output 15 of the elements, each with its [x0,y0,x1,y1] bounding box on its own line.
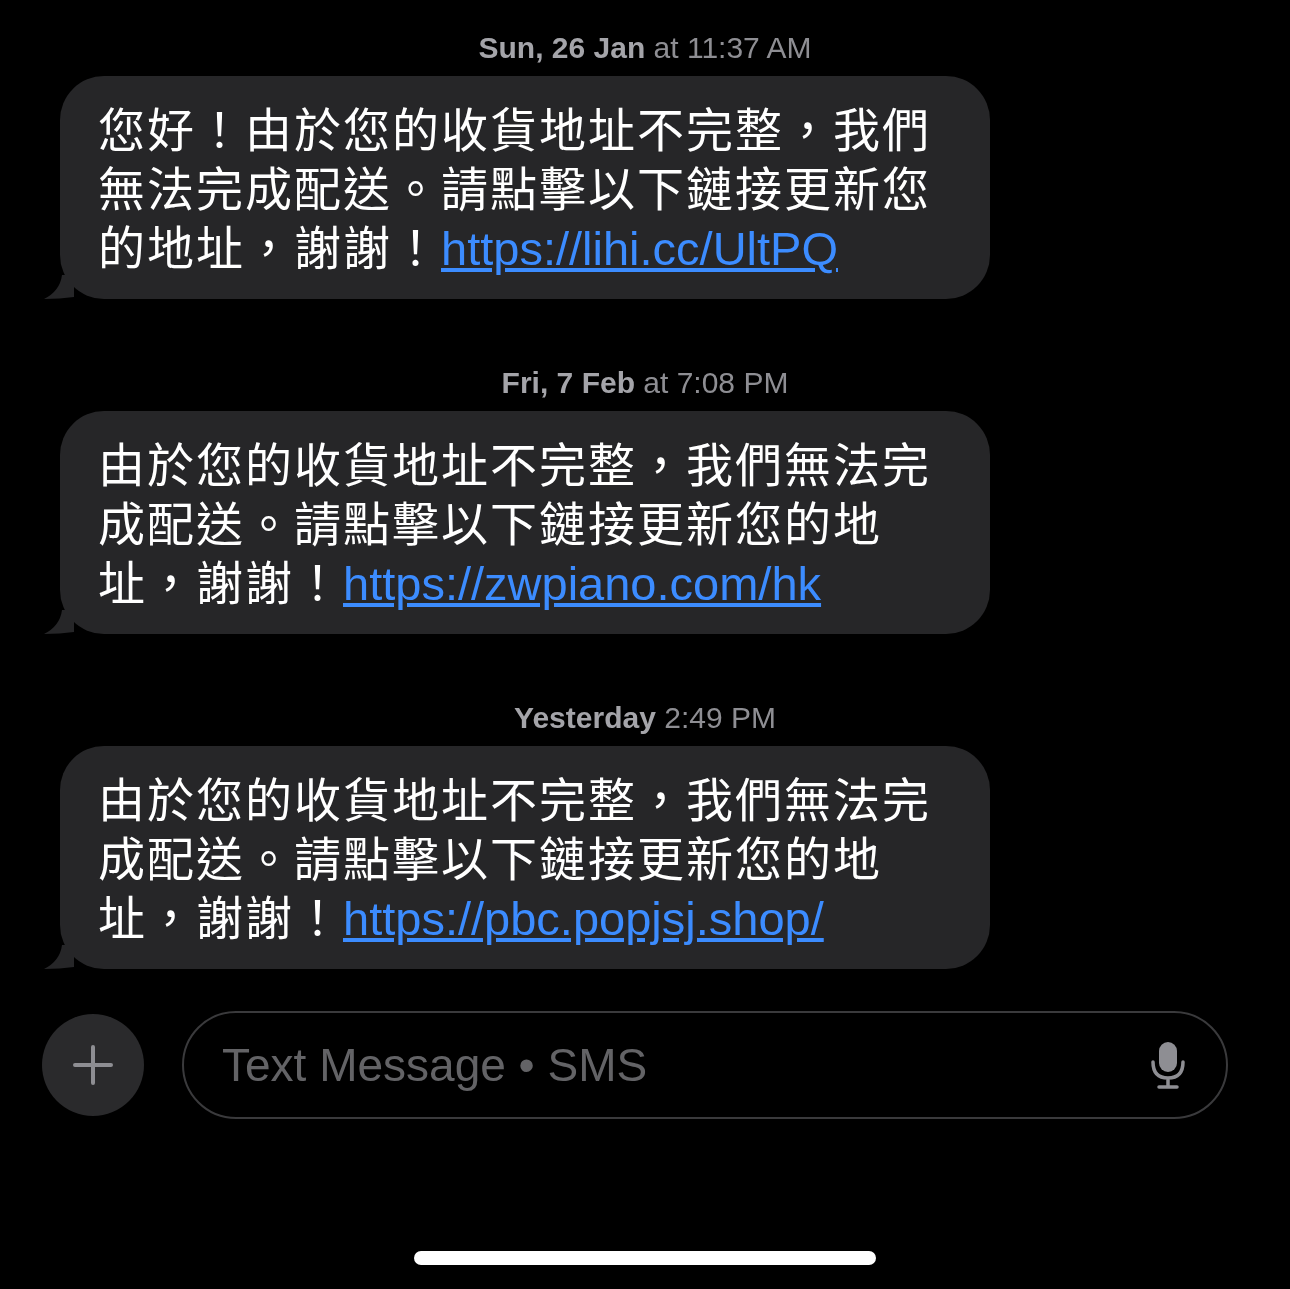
message-link[interactable]: https://pbc.popjsj.shop/ [343,892,824,945]
message-field[interactable]: Text Message • SMS [182,1011,1228,1119]
message-bubble: 由於您的收貨地址不完整，我們無法完成配送。請點擊以下鏈接更新您的地址，謝謝！https://zwpiano.com/hk [60,411,990,634]
message-timestamp: Sun, 26 Jan at 11:37 AM [478,30,812,66]
message-timestamp: Fri, 7 Feb at 7:08 PM [501,365,789,401]
plus-icon [73,1045,113,1085]
microphone-icon[interactable] [1150,1040,1186,1090]
bubble-tail [44,275,74,299]
bubble-tail [44,945,74,969]
message-bubble: 您好！由於您的收貨地址不完整，我們無法完成配送。請點擊以下鏈接更新您的地址，謝謝！https://lihi.cc/UltPQ [60,76,990,299]
bubble-tail [44,610,74,634]
message-link[interactable]: https://zwpiano.com/hk [343,557,822,610]
message-timestamp: Yesterday 2:49 PM [514,700,776,736]
message-bubble: 由於您的收貨地址不完整，我們無法完成配送。請點擊以下鏈接更新您的地址，謝謝！https://pbc.popjsj.shop/ [60,746,990,969]
message-link[interactable]: https://lihi.cc/UltPQ [441,222,838,275]
